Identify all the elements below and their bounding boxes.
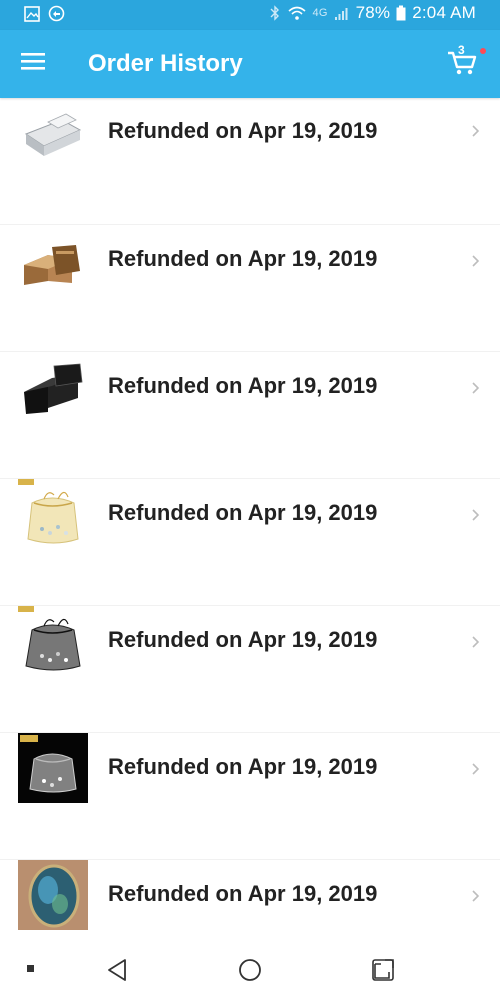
order-thumbnail bbox=[18, 479, 79, 544]
signal-icon bbox=[334, 8, 348, 20]
chevron-right-icon bbox=[472, 509, 480, 521]
page-title: Order History bbox=[88, 50, 243, 77]
order-thumbnail bbox=[24, 113, 82, 156]
order-row[interactable]: Refunded on Apr 19, 2019 bbox=[0, 479, 500, 606]
system-nav-bar bbox=[0, 938, 500, 1000]
order-row[interactable]: Refunded on Apr 19, 2019 bbox=[0, 606, 500, 733]
chevron-right-icon bbox=[472, 636, 480, 648]
chevron-right-icon bbox=[472, 382, 480, 394]
order-row[interactable]: Refunded on Apr 19, 2019 bbox=[0, 225, 500, 352]
order-status-label: Refunded on Apr 19, 2019 bbox=[108, 627, 378, 652]
chevron-right-icon bbox=[472, 763, 480, 775]
cart-button[interactable]: 3 bbox=[446, 43, 486, 82]
cart-count-badge: 3 bbox=[458, 43, 465, 57]
order-status-label: Refunded on Apr 19, 2019 bbox=[108, 754, 378, 779]
order-list: Refunded on Apr 19, 2019 Refunded on Apr… bbox=[0, 98, 500, 938]
order-status-label: Refunded on Apr 19, 2019 bbox=[108, 881, 378, 906]
refresh-icon bbox=[48, 5, 65, 22]
order-thumbnail bbox=[18, 860, 88, 930]
overview-icon[interactable] bbox=[371, 958, 395, 982]
order-thumbnail bbox=[24, 363, 83, 414]
order-thumbnail bbox=[18, 606, 81, 671]
recent-dot-icon[interactable] bbox=[27, 965, 35, 973]
battery-icon bbox=[396, 5, 406, 21]
order-thumbnail bbox=[18, 733, 88, 803]
wifi-icon bbox=[287, 6, 306, 20]
bluetooth-icon bbox=[270, 5, 279, 21]
network-label: 4G bbox=[312, 7, 328, 19]
cart-notification-dot bbox=[480, 48, 486, 54]
order-thumbnail bbox=[24, 245, 80, 285]
order-row[interactable]: Refunded on Apr 19, 2019 bbox=[0, 98, 500, 225]
clock: 2:04 AM bbox=[412, 3, 476, 22]
chevron-right-icon bbox=[472, 125, 480, 137]
chevron-right-icon bbox=[472, 890, 480, 902]
status-bar: 4G 78% 2:04 AM bbox=[0, 0, 500, 30]
order-status-label: Refunded on Apr 19, 2019 bbox=[108, 373, 378, 398]
chevron-right-icon bbox=[472, 255, 480, 267]
order-status-label: Refunded on Apr 19, 2019 bbox=[108, 118, 378, 143]
order-row[interactable]: Refunded on Apr 19, 2019 bbox=[0, 860, 500, 938]
order-status-label: Refunded on Apr 19, 2019 bbox=[108, 500, 378, 525]
back-icon[interactable] bbox=[106, 958, 128, 982]
home-icon[interactable] bbox=[238, 958, 262, 982]
battery-percent: 78% bbox=[355, 3, 391, 22]
menu-icon bbox=[21, 53, 45, 70]
app-bar: Order History 3 bbox=[0, 30, 500, 98]
order-status-label: Refunded on Apr 19, 2019 bbox=[108, 246, 378, 271]
order-row[interactable]: Refunded on Apr 19, 2019 bbox=[0, 352, 500, 479]
menu-button[interactable] bbox=[20, 50, 50, 78]
gallery-icon bbox=[24, 5, 40, 22]
order-row[interactable]: Refunded on Apr 19, 2019 bbox=[0, 733, 500, 860]
